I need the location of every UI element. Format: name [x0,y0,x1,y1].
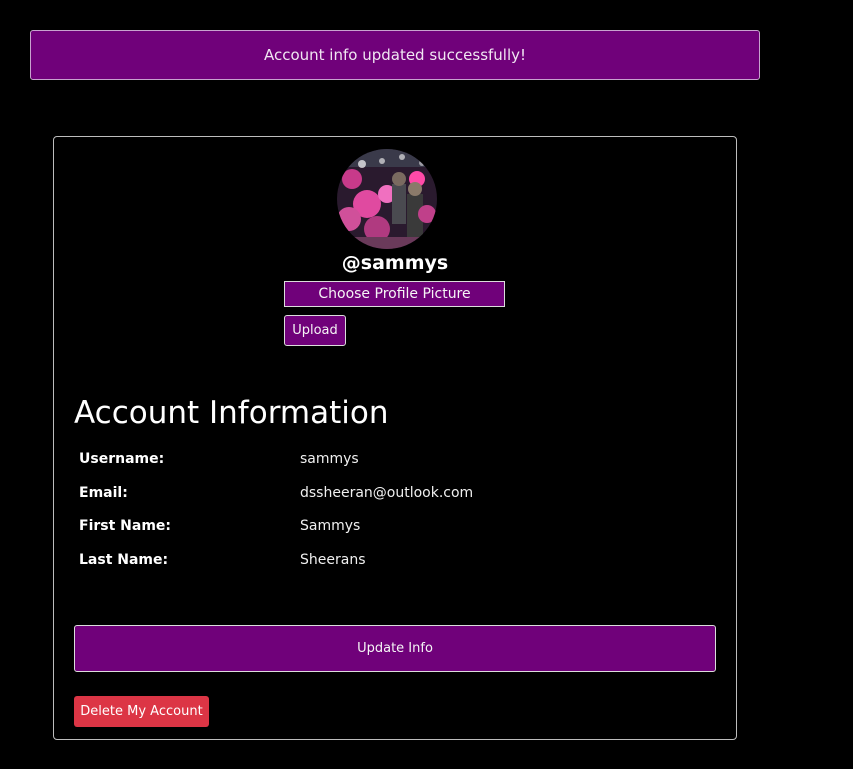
success-alert: Account info updated successfully! [30,30,760,80]
info-label: First Name: [79,518,172,534]
info-value: dssheeran@outlook.com [300,485,474,501]
account-card: @sammys Choose Profile Picture Upload Ac… [53,136,737,740]
info-row-username: Username: sammys [79,451,719,475]
info-value: sammys [300,451,359,467]
update-info-button[interactable]: Update Info [74,625,716,672]
page-title: Account Information [74,395,389,431]
alert-message: Account info updated successfully! [263,46,527,64]
profile-handle: @sammys [341,252,449,274]
info-row-email: Email: dssheeran@outlook.com [79,485,719,509]
info-value: Sheerans [300,552,366,568]
info-label: Email: [79,485,128,501]
info-label: Last Name: [79,552,169,568]
avatar [337,149,437,249]
info-row-last-name: Last Name: Sheerans [79,552,719,576]
choose-profile-picture-button[interactable]: Choose Profile Picture [284,281,505,307]
upload-button[interactable]: Upload [284,315,346,346]
delete-account-button[interactable]: Delete My Account [74,696,209,727]
info-value: Sammys [300,518,361,534]
info-row-first-name: First Name: Sammys [79,518,719,542]
info-label: Username: [79,451,165,467]
avatar-image [337,149,437,249]
